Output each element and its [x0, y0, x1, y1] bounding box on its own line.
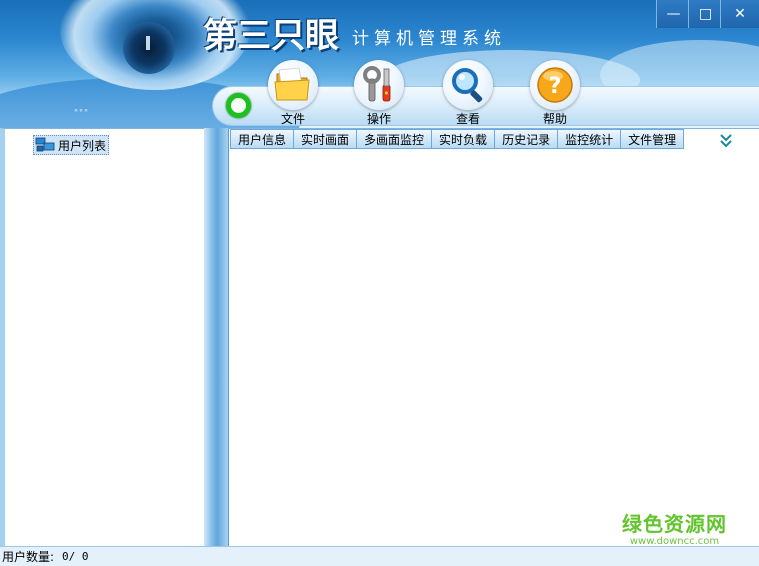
file-menu-label: 文件	[280, 112, 305, 126]
user-count-value: 0/ 0	[62, 550, 89, 563]
tab-multi-screen-monitor[interactable]: 多画面监控	[357, 129, 433, 149]
help-icon: ?	[530, 60, 580, 110]
minimize-icon: —	[666, 6, 681, 22]
status-ring-icon	[226, 93, 251, 118]
app-subtitle: 计算机管理系统	[352, 29, 506, 49]
tab-live-screen[interactable]: 实时画面	[294, 129, 358, 149]
close-button[interactable]: ✕	[720, 0, 759, 28]
view-menu-button[interactable]: 查看	[437, 60, 497, 126]
user-count-label: 用户数量:	[2, 550, 55, 564]
tree-node-label: 用户列表	[58, 138, 107, 153]
close-icon: ✕	[734, 6, 746, 22]
banner-bubbles: °°°	[74, 108, 89, 117]
maximize-button[interactable]: □	[688, 0, 722, 28]
content-pane	[228, 128, 759, 546]
tab-monitor-stats[interactable]: 监控统计	[558, 129, 622, 149]
network-computers-icon	[35, 137, 55, 153]
magnifier-icon	[443, 60, 493, 110]
tree-node-user-list[interactable]: 用户列表	[33, 135, 110, 155]
operation-menu-button[interactable]: 操作	[348, 60, 408, 126]
app-brand: 第三只眼	[203, 16, 339, 56]
help-menu-button[interactable]: ? 帮助	[524, 60, 584, 126]
tab-live-load[interactable]: 实时负载	[432, 129, 496, 149]
status-bar: 用户数量: 0/ 0	[0, 546, 759, 566]
tools-icon	[354, 60, 404, 110]
tab-user-info[interactable]: 用户信息	[230, 129, 295, 149]
tab-history[interactable]: 历史记录	[495, 129, 559, 149]
maximize-icon: □	[698, 6, 713, 22]
folder-icon	[268, 60, 318, 110]
watermark-title: 绿色资源网	[622, 512, 727, 536]
user-tree-pane[interactable]	[0, 128, 204, 546]
tab-bar: 用户信息 实时画面 多画面监控 实时负载 历史记录 监控统计 文件管理	[230, 129, 685, 149]
svg-text:?: ?	[549, 74, 562, 99]
watermark: 绿色资源网 www.downcc.com	[622, 512, 727, 548]
pane-splitter[interactable]	[204, 128, 228, 546]
help-menu-label: 帮助	[542, 112, 567, 126]
tab-file-manager[interactable]: 文件管理	[621, 129, 685, 149]
eye-glint	[146, 36, 150, 50]
chevron-down-icon[interactable]	[719, 132, 733, 148]
view-menu-label: 查看	[455, 112, 480, 126]
file-menu-button[interactable]: 文件	[262, 60, 322, 126]
minimize-button[interactable]: —	[656, 0, 690, 28]
operation-menu-label: 操作	[366, 112, 391, 126]
